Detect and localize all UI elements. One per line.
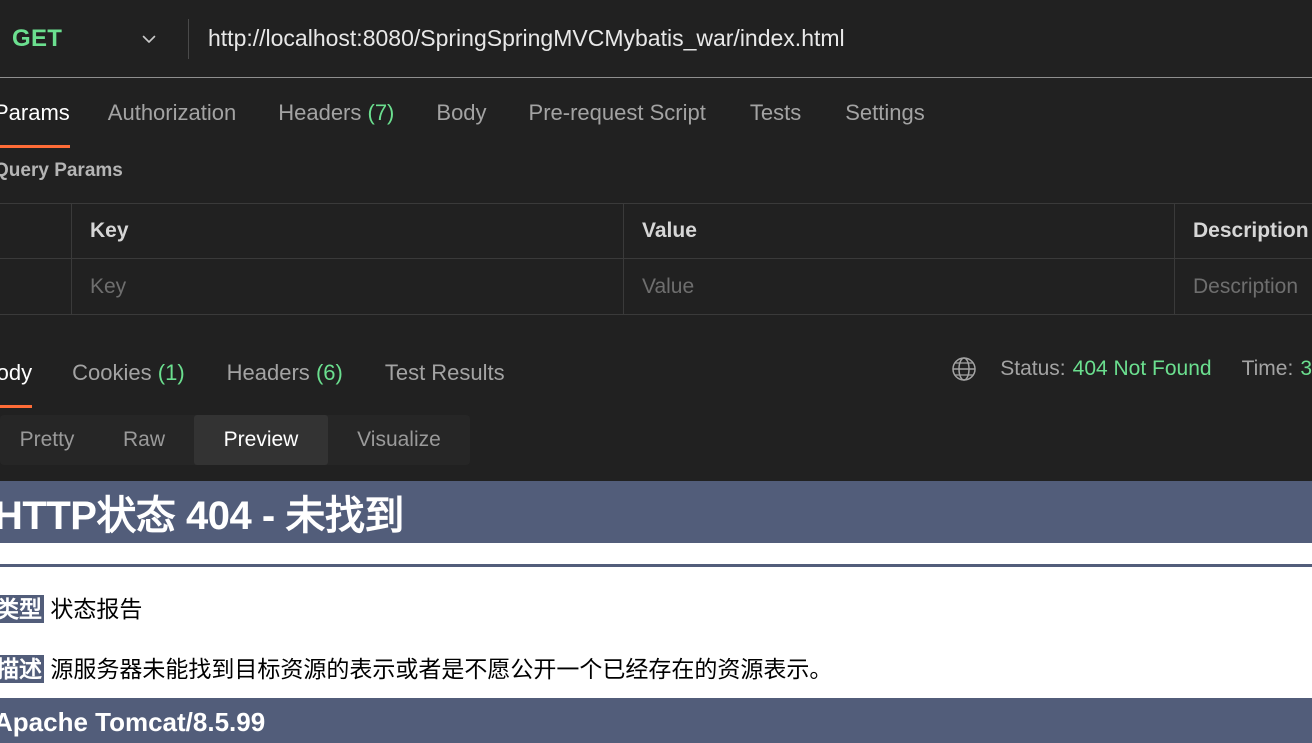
request-tab-bar: Params Authorization Headers (7) Body Pr… bbox=[0, 79, 1312, 148]
view-tab-pretty-label: Pretty bbox=[19, 428, 75, 451]
error-page-description-label: 描述 bbox=[0, 655, 44, 683]
view-tab-raw-label: Raw bbox=[122, 428, 165, 451]
chevron-down-icon[interactable] bbox=[140, 30, 158, 48]
query-params-table: Key Value Description Key Value Descript… bbox=[0, 203, 1312, 315]
response-tab-test-results[interactable]: Test Results bbox=[385, 360, 505, 408]
url-input[interactable]: http://localhost:8080/SpringSpringMVCMyb… bbox=[208, 25, 845, 52]
error-page-type-value: 状态报告 bbox=[50, 596, 143, 622]
tab-settings-label: Settings bbox=[845, 100, 925, 125]
tab-authorization-label: Authorization bbox=[107, 100, 237, 125]
table-row: Key Value Description bbox=[0, 259, 1312, 314]
column-header-value: Value bbox=[624, 204, 1175, 258]
time-value: 3 bbox=[1300, 357, 1312, 380]
view-tab-raw[interactable]: Raw bbox=[94, 415, 194, 465]
tab-params[interactable]: Params bbox=[0, 100, 70, 148]
tab-tests[interactable]: Tests bbox=[750, 100, 801, 148]
param-value-input[interactable]: Value bbox=[624, 259, 1175, 314]
view-tab-pretty[interactable]: Pretty bbox=[0, 415, 94, 465]
response-tab-headers-count: (6) bbox=[315, 360, 343, 385]
tab-headers[interactable]: Headers (7) bbox=[278, 100, 394, 148]
response-tab-body[interactable]: Body bbox=[0, 360, 33, 408]
view-tab-preview-label: Preview bbox=[223, 428, 299, 451]
error-page-banner: HTTP状态 404 - 未找到 bbox=[0, 481, 1312, 543]
param-key-input[interactable]: Key bbox=[72, 259, 624, 314]
view-tab-visualize[interactable]: Visualize bbox=[328, 415, 470, 465]
request-url-bar: GET http://localhost:8080/SpringSpringMV… bbox=[0, 0, 1312, 78]
response-tab-cookies-label: Cookies bbox=[72, 360, 152, 385]
status-badge[interactable]: 404 Not Found bbox=[1073, 357, 1212, 381]
tab-pre-request-script[interactable]: Pre-request Script bbox=[529, 100, 706, 148]
query-params-title: Query Params bbox=[0, 160, 123, 181]
tab-pre-request-script-label: Pre-request Script bbox=[528, 100, 706, 125]
tab-body-label: Body bbox=[436, 100, 487, 125]
tab-body[interactable]: Body bbox=[436, 100, 486, 148]
response-preview-pane: HTTP状态 404 - 未找到 类型 状态报告 描述 源服务器未能找到目标资源… bbox=[0, 481, 1312, 743]
tab-headers-label: Headers bbox=[278, 100, 362, 125]
column-header-description: Description bbox=[1193, 219, 1309, 242]
globe-icon[interactable] bbox=[950, 355, 978, 383]
row-checkbox-cell[interactable] bbox=[0, 259, 72, 314]
error-page-type-line: 类型 状态报告 bbox=[0, 590, 1312, 624]
tab-settings[interactable]: Settings bbox=[845, 100, 925, 148]
response-tab-headers-label: Headers bbox=[226, 360, 310, 385]
error-page-description-line: 描述 源服务器未能找到目标资源的表示或者是不愿公开一个已经存在的资源表示。 bbox=[0, 650, 1312, 684]
http-method-label: GET bbox=[12, 24, 63, 52]
column-header-key: Key bbox=[72, 204, 624, 258]
response-tab-test-results-label: Test Results bbox=[384, 360, 505, 385]
view-tab-preview[interactable]: Preview bbox=[194, 415, 328, 465]
tab-authorization[interactable]: Authorization bbox=[108, 100, 236, 148]
time-label: Time: bbox=[1241, 357, 1294, 380]
tab-params-label: Params bbox=[0, 100, 70, 125]
tab-tests-label: Tests bbox=[749, 100, 802, 125]
error-page-footer: Apache Tomcat/8.5.99 bbox=[0, 701, 1312, 743]
response-tab-headers[interactable]: Headers (6) bbox=[227, 360, 343, 408]
tab-headers-count: (7) bbox=[367, 100, 395, 125]
error-page-description-value: 源服务器未能找到目标资源的表示或者是不愿公开一个已经存在的资源表示。 bbox=[50, 656, 833, 682]
param-description-input[interactable]: Description bbox=[1175, 259, 1312, 314]
response-tab-cookies-count: (1) bbox=[157, 360, 185, 385]
view-tab-visualize-label: Visualize bbox=[357, 428, 441, 451]
error-page-divider bbox=[0, 564, 1312, 567]
response-view-tab-group: Pretty Raw Preview Visualize bbox=[0, 415, 470, 465]
select-all-checkbox-cell[interactable] bbox=[0, 204, 72, 258]
response-tab-cookies[interactable]: Cookies (1) bbox=[72, 360, 185, 408]
http-method-select[interactable]: GET bbox=[0, 0, 188, 77]
server-signature: Apache Tomcat/8.5.99 bbox=[0, 706, 266, 737]
response-status-group: Status: 404 Not Found Time: 3 bbox=[950, 355, 1312, 383]
response-tab-body-label: Body bbox=[0, 360, 33, 385]
error-page-type-label: 类型 bbox=[0, 595, 44, 623]
url-bar-divider bbox=[188, 19, 189, 59]
postman-window: GET http://localhost:8080/SpringSpringMV… bbox=[0, 0, 1312, 743]
table-header-row: Key Value Description bbox=[0, 204, 1312, 259]
status-label: Status: bbox=[1000, 357, 1066, 380]
error-page-title: HTTP状态 404 - 未找到 bbox=[0, 494, 404, 538]
